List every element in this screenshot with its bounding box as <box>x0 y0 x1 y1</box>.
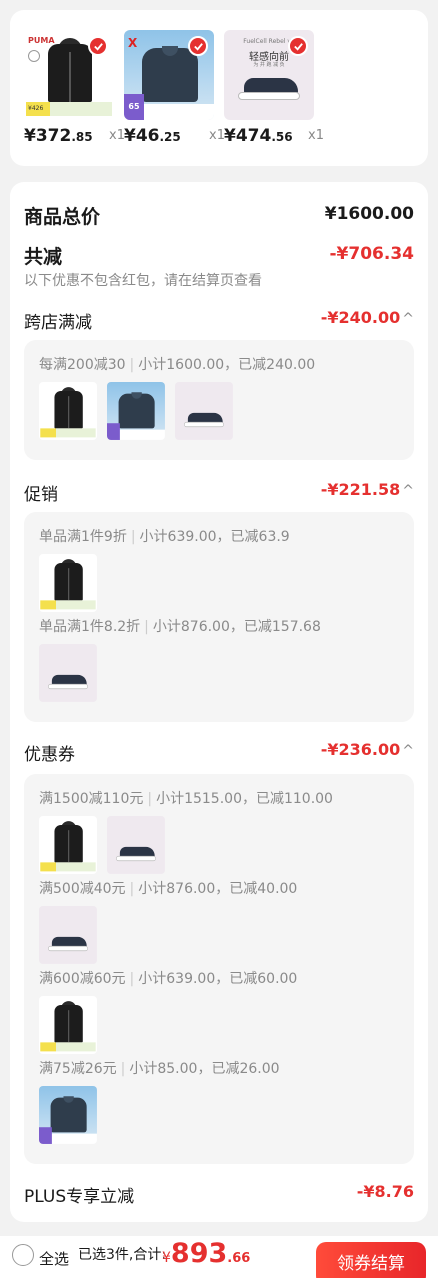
section-amount: -¥236.00 ^ <box>320 740 414 759</box>
selected-summary: 已选3件,合计: <box>78 1247 167 1263</box>
product-qty: x1 <box>308 128 324 143</box>
mini-shoe[interactable] <box>39 906 97 964</box>
mini-jacket[interactable] <box>39 816 97 874</box>
product-shoe[interactable]: FuelCell Rebel v4 轻感向前为 并 跑 减 负 ¥474.56 x… <box>224 30 324 146</box>
product-qty: x1 <box>209 128 225 143</box>
product-jacket[interactable]: PUMA ¥426 ¥372.85 x1 <box>24 30 125 146</box>
rule-text: 单品满1件8.2折 | 小计876.00，已减157.68 <box>39 619 321 635</box>
section-coupon[interactable]: 优惠券 -¥236.00 ^ <box>24 740 414 765</box>
total-label: 商品总价 <box>24 206 101 228</box>
section-title: 促销 <box>24 485 58 505</box>
check-icon[interactable] <box>288 36 308 56</box>
rule-text: 单品满1件9折 | 小计639.00，已减63.9 <box>39 529 290 545</box>
section-title: PLUS专享立减 <box>24 1187 135 1207</box>
section-promo[interactable]: 促销 -¥221.58 ^ <box>24 480 414 505</box>
promo-details: 单品满1件9折 | 小计639.00，已减63.9 单品满1件8.2折 | 小计876.… <box>24 512 414 722</box>
section-plus: PLUS专享立减 -¥8.76 <box>24 1182 414 1207</box>
mini-polo[interactable] <box>107 382 165 440</box>
mini-shoe[interactable] <box>175 382 233 440</box>
mini-jacket[interactable] <box>39 382 97 440</box>
section-title: 跨店满减 <box>24 313 92 333</box>
total-price: ¥893.66 <box>162 1238 251 1269</box>
discount-note: 以下优惠不包含红包，请在结算页查看 <box>24 273 262 289</box>
rule-text: 每满200减30 | 小计1600.00，已减240.00 <box>39 357 316 373</box>
rule-text: 满75减26元 | 小计85.00，已减26.00 <box>39 1061 280 1077</box>
reduce-value: -¥706.34 <box>329 244 415 264</box>
price-tag: ¥426 <box>26 102 112 116</box>
selected-products-card: PUMA ¥426 ¥372.85 x1 X 65 ¥46.25 x1 FuelCe… <box>10 10 428 166</box>
reduce-label: 共减 <box>24 246 63 268</box>
chevron-up-icon[interactable]: ^ <box>402 743 414 759</box>
mini-shoe[interactable] <box>39 644 97 702</box>
total-row: 商品总价 ¥1600.00 <box>24 202 414 228</box>
section-cross-store[interactable]: 跨店满减 -¥240.00 ^ <box>24 308 414 333</box>
section-amount: -¥221.58 ^ <box>320 480 414 499</box>
cross-store-details: 每满200减30 | 小计1600.00，已减240.00 <box>24 340 414 460</box>
mini-jacket[interactable] <box>39 996 97 1054</box>
product-polo-image[interactable]: X 65 <box>124 30 214 120</box>
product-polo[interactable]: X 65 ¥46.25 x1 <box>124 30 225 146</box>
mini-polo[interactable] <box>39 1086 97 1144</box>
section-title: 优惠券 <box>24 745 75 765</box>
total-value: ¥1600.00 <box>324 204 414 224</box>
check-icon[interactable] <box>188 36 208 56</box>
product-qty: x1 <box>109 128 125 143</box>
radio-icon[interactable] <box>12 1244 34 1266</box>
product-jacket-image[interactable]: PUMA ¥426 <box>24 30 114 120</box>
checkout-button[interactable]: 领券结算 <box>316 1242 426 1278</box>
product-shoe-image[interactable]: FuelCell Rebel v4 轻感向前为 并 跑 减 负 <box>224 30 314 120</box>
section-amount: -¥8.76 <box>356 1182 414 1201</box>
discount-summary-card: 商品总价 ¥1600.00 共减 -¥706.34 以下优惠不包含红包，请在结算… <box>10 182 428 1222</box>
mini-jacket[interactable] <box>39 554 97 612</box>
reduce-row: 共减 -¥706.34 <box>24 242 414 268</box>
mini-shoe[interactable] <box>107 816 165 874</box>
rule-text: 满1500减110元 | 小计1515.00，已减110.00 <box>39 791 333 807</box>
section-amount: -¥240.00 ^ <box>320 308 414 327</box>
rule-text: 满500减40元 | 小计876.00，已减40.00 <box>39 881 298 897</box>
checkout-bar: 全选 已选3件,合计: ¥893.66 领券结算 <box>0 1236 438 1278</box>
brand-logo: X <box>128 36 138 50</box>
chevron-up-icon[interactable]: ^ <box>402 311 414 327</box>
check-icon[interactable] <box>88 36 108 56</box>
rule-text: 满600减60元 | 小计639.00，已减60.00 <box>39 971 298 987</box>
chevron-up-icon[interactable]: ^ <box>402 483 414 499</box>
select-all-label[interactable]: 全选 <box>39 1248 69 1269</box>
price-tag: 65 <box>124 94 144 120</box>
coupon-details: 满1500减110元 | 小计1515.00，已减110.00 满500减40元 | 小… <box>24 774 414 1164</box>
brand-logo: PUMA <box>28 36 55 45</box>
shoe-subslogan: 为 并 跑 减 负 <box>253 62 285 68</box>
